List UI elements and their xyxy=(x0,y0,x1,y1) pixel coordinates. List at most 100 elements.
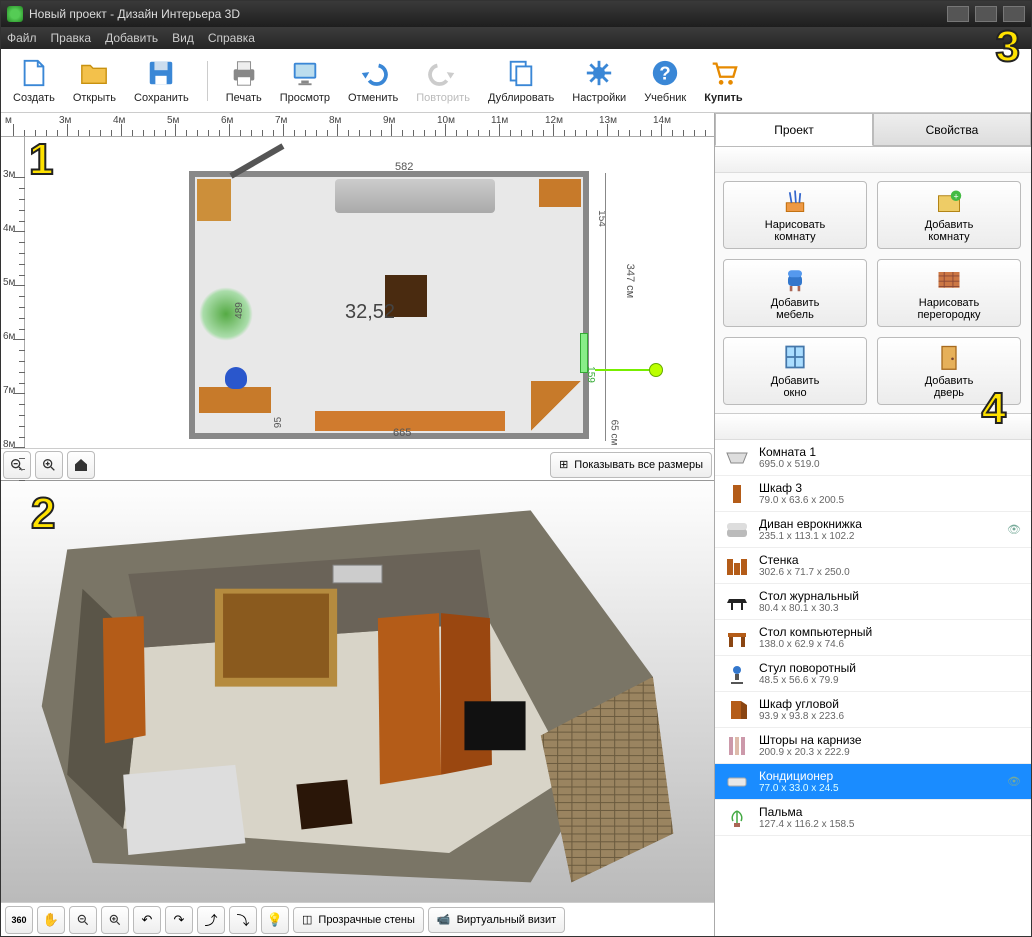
object-dims: 235.1 x 113.1 x 102.2 xyxy=(759,531,999,542)
rotate-ccw-button[interactable]: ↶ xyxy=(133,906,161,934)
menu-file[interactable]: Файл xyxy=(7,31,37,45)
dim-left: 489 xyxy=(234,302,245,319)
object-dims: 48.5 x 56.6 x 79.9 xyxy=(759,675,999,686)
visibility-eye-icon[interactable]: 👁 xyxy=(1007,523,1023,536)
buy-button[interactable]: Купить xyxy=(700,55,746,106)
object-item[interactable]: Комната 1695.0 x 519.0 xyxy=(715,440,1031,476)
menu-view[interactable]: Вид xyxy=(172,31,194,45)
furniture-plant[interactable] xyxy=(199,287,253,341)
object-dims: 80.4 x 80.1 x 30.3 xyxy=(759,603,999,614)
shelf-side xyxy=(441,613,492,775)
show-dims-label: Показывать все размеры xyxy=(574,459,703,471)
object-dims: 695.0 x 519.0 xyxy=(759,459,999,470)
add-window-button[interactable]: Добавитьокно xyxy=(723,337,867,405)
add-door-button[interactable]: Добавитьдверь xyxy=(877,337,1021,405)
tilt-down-button[interactable]: ⤵ xyxy=(229,906,257,934)
menu-edit[interactable]: Правка xyxy=(51,31,92,45)
object-item[interactable]: Стол компьютерный138.0 x 62.9 x 74.6 xyxy=(715,620,1031,656)
scene-3d[interactable] xyxy=(1,481,714,902)
ruler-h-label: м xyxy=(5,115,12,126)
maximize-button[interactable] xyxy=(975,6,997,22)
add-furn-icon xyxy=(781,265,809,293)
virtual-visit-button[interactable]: 📹 Виртуальный визит xyxy=(428,907,565,933)
open-button[interactable]: Открыть xyxy=(69,55,120,106)
furniture-corner-wardrobe[interactable] xyxy=(531,381,581,431)
add-furn-button[interactable]: Добавитьмебель xyxy=(723,259,867,327)
pan-button[interactable]: ✋ xyxy=(37,906,65,934)
object-item[interactable]: Стол журнальный80.4 x 80.1 x 30.3 xyxy=(715,584,1031,620)
door-arc[interactable] xyxy=(230,143,285,178)
close-button[interactable] xyxy=(1003,6,1025,22)
settings-button[interactable]: Настройки xyxy=(568,55,630,106)
object-name: Пальма xyxy=(759,805,999,819)
furniture-wardrobe-tr[interactable] xyxy=(539,179,581,207)
object-item[interactable]: Шторы на карнизе200.9 x 20.3 x 222.9 xyxy=(715,728,1031,764)
tab-properties[interactable]: Свойства xyxy=(873,113,1031,146)
save-button[interactable]: Сохранить xyxy=(130,55,193,106)
tilt-up-button[interactable]: ⤴ xyxy=(197,906,225,934)
view-3d-panel[interactable] xyxy=(1,481,714,902)
duplicate-button[interactable]: Дублировать xyxy=(484,55,558,106)
help-button[interactable]: ?Учебник xyxy=(640,55,690,106)
visibility-eye-icon[interactable]: 👁 xyxy=(1007,775,1023,788)
object-item[interactable]: Диван еврокнижка235.1 x 113.1 x 102.2👁 xyxy=(715,512,1031,548)
object-name: Стол журнальный xyxy=(759,589,999,603)
redo-button[interactable]: Повторить xyxy=(412,55,474,106)
zoom-in-button[interactable] xyxy=(35,451,63,479)
transparent-walls-button[interactable]: ◫ Прозрачные стены xyxy=(293,907,424,933)
draw-part-icon xyxy=(935,265,963,293)
object-dims: 302.6 x 71.7 x 250.0 xyxy=(759,567,999,578)
ruler-vertical: 3м4м5м6м7м8м xyxy=(1,137,25,448)
object-item[interactable]: Стул поворотный48.5 x 56.6 x 79.9 xyxy=(715,656,1031,692)
question-icon: ? xyxy=(649,57,681,89)
selection-grip[interactable] xyxy=(649,363,663,377)
rotate-cw-button[interactable]: ↷ xyxy=(165,906,193,934)
monitor-icon xyxy=(289,57,321,89)
furniture-wardrobe-tl[interactable] xyxy=(197,179,231,221)
print-label: Печать xyxy=(226,92,262,104)
object-dims: 77.0 x 33.0 x 24.5 xyxy=(759,783,999,794)
dim-top: 582 xyxy=(395,161,413,173)
menu-add[interactable]: Добавить xyxy=(105,31,158,45)
draw-part-button[interactable]: Нарисоватьперегородку xyxy=(877,259,1021,327)
dim-door: 95 xyxy=(273,417,284,428)
furniture-sofa[interactable] xyxy=(335,179,495,213)
object-item[interactable]: Стенка302.6 x 71.7 x 250.0 xyxy=(715,548,1031,584)
minimize-button[interactable] xyxy=(947,6,969,22)
window-title: Новый проект - Дизайн Интерьера 3D xyxy=(29,7,240,21)
object-name: Шторы на карнизе xyxy=(759,733,999,747)
object-icon xyxy=(723,735,751,757)
object-item[interactable]: Кондиционер77.0 x 33.0 x 24.5👁 xyxy=(715,764,1031,800)
add-window-label: Добавитьокно xyxy=(771,375,820,399)
object-item[interactable]: Пальма127.4 x 116.2 x 158.5 xyxy=(715,800,1031,836)
rotate-360-button[interactable]: 360 xyxy=(5,906,33,934)
dimensions-icon: ⊞ xyxy=(559,458,568,471)
preview-button[interactable]: Просмотр xyxy=(276,55,334,106)
furniture-chair[interactable] xyxy=(225,367,247,389)
add-furn-label: Добавитьмебель xyxy=(771,297,820,321)
curtain-inner xyxy=(223,594,329,678)
add-room-button[interactable]: +Добавитькомнату xyxy=(877,181,1021,249)
object-name: Шкаф угловой xyxy=(759,697,999,711)
show-all-dimensions-button[interactable]: ⊞ Показывать все размеры xyxy=(550,452,712,478)
zoom-in-3d-button[interactable] xyxy=(101,906,129,934)
furniture-desk[interactable] xyxy=(199,387,271,413)
home-view-button[interactable] xyxy=(67,451,95,479)
object-item[interactable]: Шкаф угловой93.9 x 93.8 x 223.6 xyxy=(715,692,1031,728)
zoom-out-3d-button[interactable] xyxy=(69,906,97,934)
undo-button[interactable]: Отменить xyxy=(344,55,402,106)
view3d-toolbar: 360 ✋ ↶ ↷ ⤴ ⤵ 💡 ◫ Прозрачные стены 📹 Вир… xyxy=(1,902,714,936)
object-item[interactable]: Шкаф 379.0 x 63.6 x 200.5 xyxy=(715,476,1031,512)
print-button[interactable]: Печать xyxy=(222,55,266,106)
floorplan-canvas[interactable]: 32,52 582 347 см 154 665 489 159 95 65 с… xyxy=(25,137,714,448)
svg-text:+: + xyxy=(953,191,958,201)
tab-project[interactable]: Проект xyxy=(715,113,873,146)
transparent-walls-label: Прозрачные стены xyxy=(318,914,414,926)
draw-room-button[interactable]: Нарисоватькомнату xyxy=(723,181,867,249)
add-room-icon: + xyxy=(935,187,963,215)
selection-leader xyxy=(595,369,655,371)
create-button[interactable]: Создать xyxy=(9,55,59,106)
light-toggle-button[interactable]: 💡 xyxy=(261,906,289,934)
menu-help[interactable]: Справка xyxy=(208,31,255,45)
zoom-out-button[interactable] xyxy=(3,451,31,479)
